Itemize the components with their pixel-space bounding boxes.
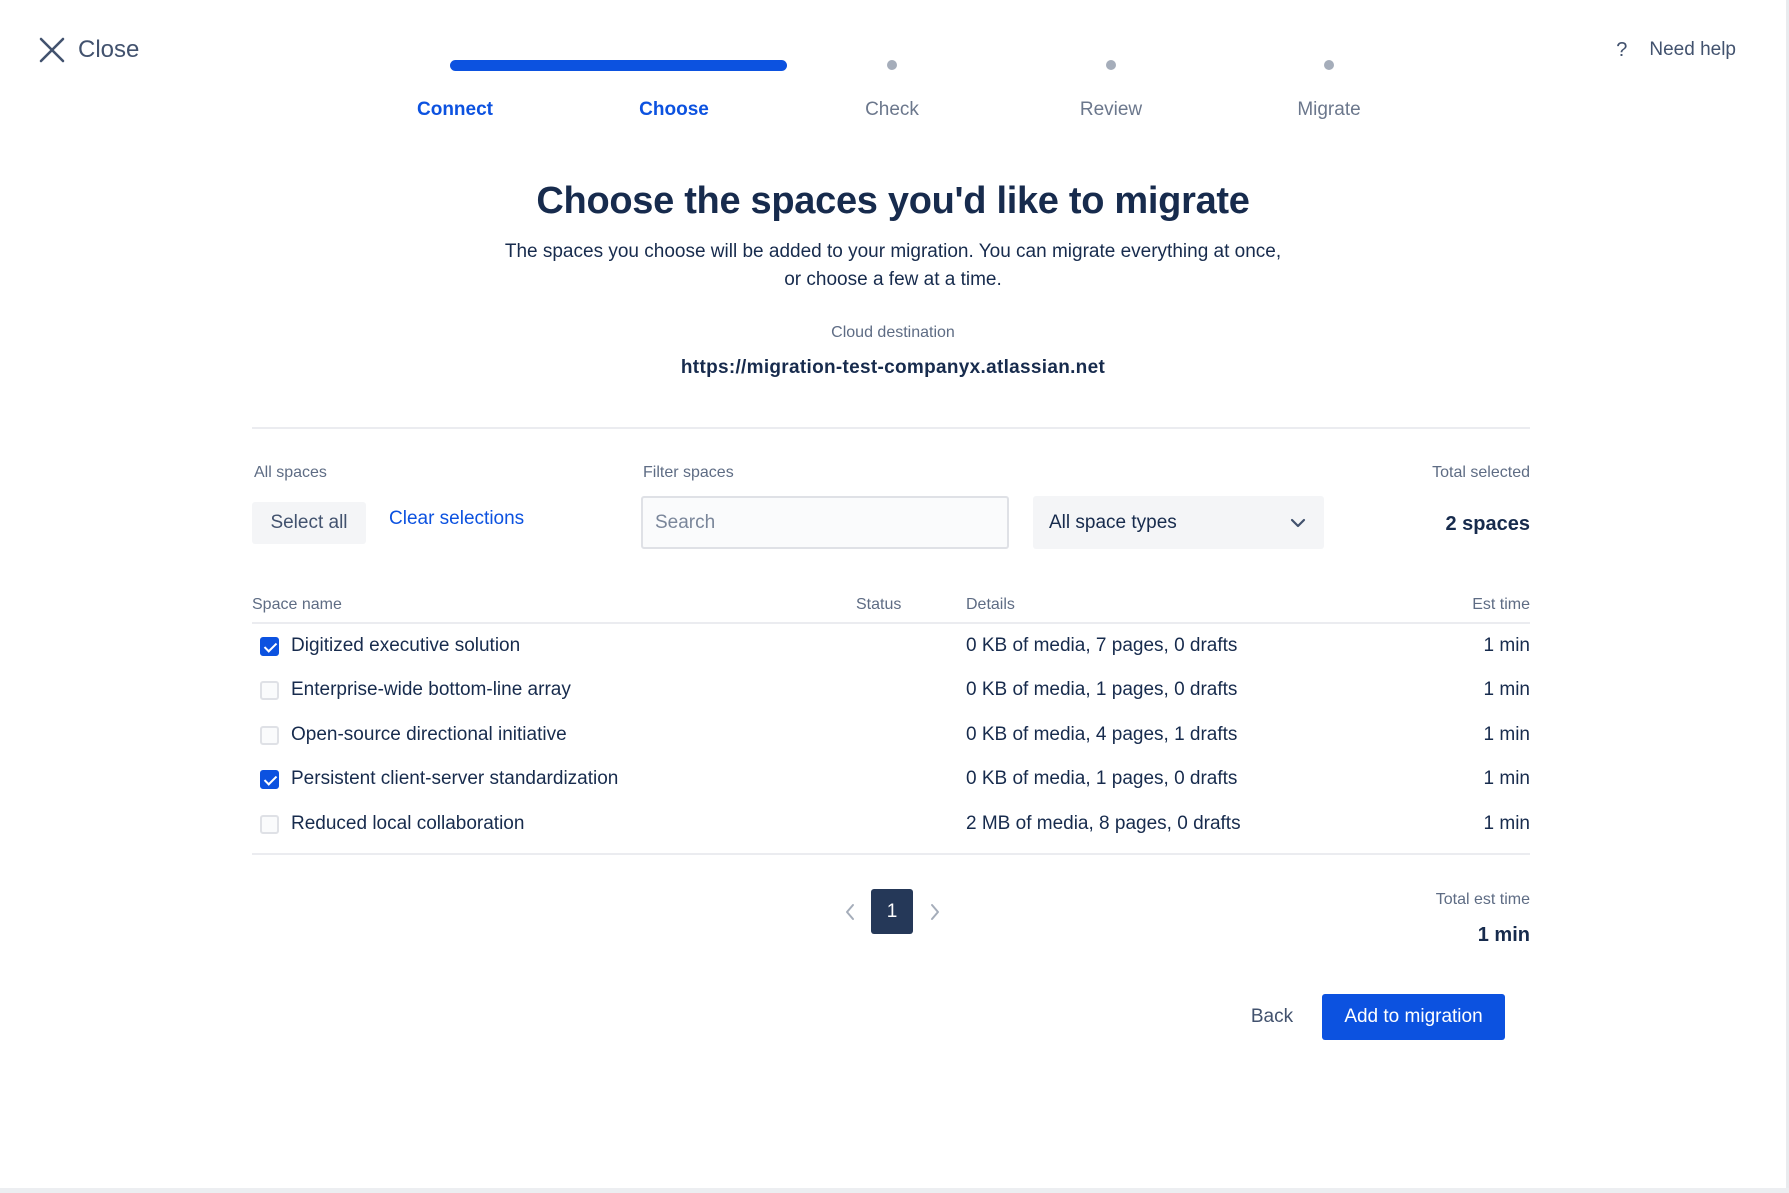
subtitle-line-2: or choose a few at a time. xyxy=(784,269,1002,290)
space-details: 0 KB of media, 7 pages, 0 drafts xyxy=(966,635,1238,656)
step-migrate: Migrate xyxy=(1297,99,1361,120)
step-connect: Connect xyxy=(417,99,493,120)
table-header-divider xyxy=(252,622,1530,624)
page-title: Choose the spaces you'd like to migrate xyxy=(536,180,1250,222)
space-details: 0 KB of media, 1 pages, 0 drafts xyxy=(966,679,1238,700)
total-est-time-value: 1 min xyxy=(1477,924,1530,946)
column-header-details: Details xyxy=(966,596,1015,613)
back-button[interactable]: Back xyxy=(1240,995,1304,1039)
migration-page: Close ? Need help Connect Choose Check R… xyxy=(0,0,1786,1188)
chevron-right-icon xyxy=(931,904,939,920)
table-row: Enterprise-wide bottom-line array 0 KB o… xyxy=(252,669,1530,713)
column-header-est-time: Est time xyxy=(1472,596,1530,613)
table-row: Reduced local collaboration 2 MB of medi… xyxy=(252,803,1530,847)
total-selected-label: Total selected xyxy=(1432,464,1530,481)
space-est-time: 1 min xyxy=(1483,768,1530,789)
table-row: Digitized executive solution 0 KB of med… xyxy=(252,625,1530,669)
window-edge-bottom xyxy=(0,1188,1789,1193)
filter-spaces-label: Filter spaces xyxy=(643,464,734,481)
prev-page-button[interactable] xyxy=(838,897,862,927)
step-dot-check xyxy=(887,60,897,70)
search-input[interactable] xyxy=(641,496,1009,549)
table-bottom-divider xyxy=(252,853,1530,855)
chevron-left-icon xyxy=(846,904,854,920)
page-button-current[interactable]: 1 xyxy=(871,889,913,934)
step-dot-review xyxy=(1106,60,1116,70)
space-name: Reduced local collaboration xyxy=(291,813,525,834)
row-checkbox[interactable] xyxy=(260,726,279,745)
table-row: Persistent client-server standardization… xyxy=(252,758,1530,802)
chevron-down-icon xyxy=(1290,518,1306,527)
space-name: Persistent client-server standardization xyxy=(291,768,619,789)
space-name: Digitized executive solution xyxy=(291,635,521,656)
step-choose: Choose xyxy=(639,99,709,120)
row-checkbox[interactable] xyxy=(260,681,279,700)
column-header-status: Status xyxy=(856,596,902,613)
space-type-value: All space types xyxy=(1049,511,1177,533)
subtitle-line-1: The spaces you choose will be added to y… xyxy=(504,241,1282,262)
row-checkbox[interactable] xyxy=(260,815,279,834)
clear-selections-link[interactable]: Clear selections xyxy=(389,508,524,530)
step-review: Review xyxy=(1079,99,1143,120)
space-name: Enterprise-wide bottom-line array xyxy=(291,679,571,700)
cloud-destination-url: https://migration-test-companyx.atlassia… xyxy=(680,357,1106,378)
add-to-migration-button[interactable]: Add to migration xyxy=(1322,994,1505,1040)
table-row: Open-source directional initiative 0 KB … xyxy=(252,714,1530,758)
space-details: 0 KB of media, 4 pages, 1 drafts xyxy=(966,724,1238,745)
space-est-time: 1 min xyxy=(1483,724,1530,745)
total-est-time-label: Total est time xyxy=(1435,891,1530,908)
cloud-destination-label: Cloud destination xyxy=(831,324,955,341)
progress-bar xyxy=(450,60,787,71)
page-subtitle: The spaces you choose will be added to y… xyxy=(443,238,1343,294)
row-checkbox[interactable] xyxy=(260,637,279,656)
select-all-button[interactable]: Select all xyxy=(252,502,366,544)
step-check: Check xyxy=(865,99,919,120)
next-page-button[interactable] xyxy=(923,897,947,927)
total-selected-value: 2 spaces xyxy=(1445,513,1530,535)
space-est-time: 1 min xyxy=(1483,635,1530,656)
space-est-time: 1 min xyxy=(1483,813,1530,834)
space-details: 0 KB of media, 1 pages, 0 drafts xyxy=(966,768,1238,789)
all-spaces-label: All spaces xyxy=(254,464,327,481)
space-type-select[interactable]: All space types xyxy=(1033,496,1324,549)
step-dot-migrate xyxy=(1324,60,1334,70)
space-name: Open-source directional initiative xyxy=(291,724,567,745)
space-details: 2 MB of media, 8 pages, 0 drafts xyxy=(966,813,1241,834)
row-checkbox[interactable] xyxy=(260,770,279,789)
space-est-time: 1 min xyxy=(1483,679,1530,700)
column-header-space-name: Space name xyxy=(252,596,342,613)
progress-stepper: Connect Choose Check Review Migrate xyxy=(0,0,1786,130)
divider xyxy=(252,427,1530,429)
